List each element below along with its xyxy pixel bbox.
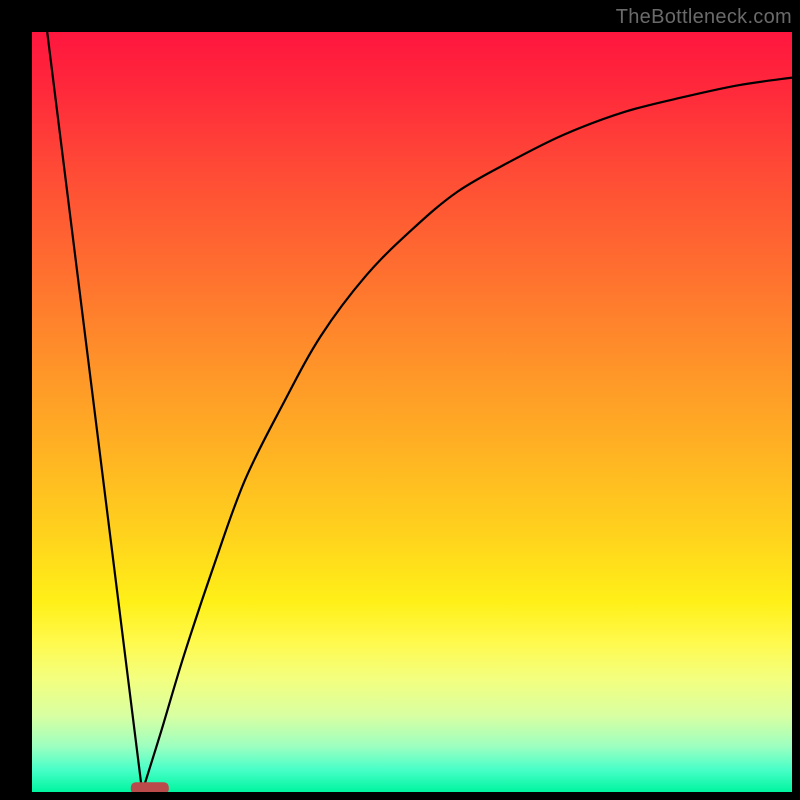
left-slope-line (47, 32, 142, 792)
plot-area (32, 32, 792, 792)
right-curve-line (142, 78, 792, 792)
optimum-marker (131, 782, 169, 792)
chart-frame: TheBottleneck.com (0, 0, 800, 800)
watermark-text: TheBottleneck.com (616, 6, 792, 29)
curve-layer (32, 32, 792, 792)
